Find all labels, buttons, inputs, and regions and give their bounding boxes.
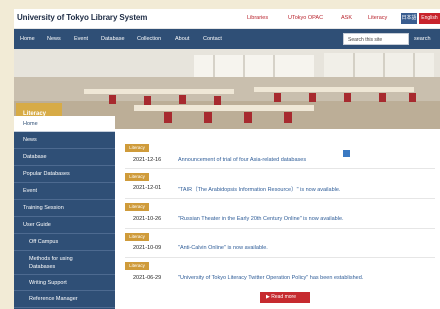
news-date: 2021-10-26 (133, 216, 162, 222)
news-title-link[interactable]: Announcement of trial of four Asia-relat… (178, 157, 306, 163)
news-title-link[interactable]: "TAIR（The Arabidopsis Information Resour… (178, 185, 340, 193)
nav-database[interactable]: Database (101, 36, 125, 42)
news-title-link[interactable]: "Anti-Calvin Online" is now available. (178, 245, 268, 251)
sidebar-item-user-guide[interactable]: User Guide (14, 217, 115, 234)
sidebar-item-methods-label-2: Databases (29, 264, 56, 270)
sidebar-item-methods-label-1: Methods for using (29, 256, 73, 262)
nav-news[interactable]: News (47, 36, 61, 42)
language-english-button[interactable]: English (419, 13, 440, 24)
language-japanese-button[interactable]: 日本語 (401, 13, 417, 24)
page: University of Tokyo Library System Libra… (14, 9, 440, 309)
link-literacy[interactable]: Literacy (368, 15, 387, 21)
link-utokyo-opac[interactable]: UTokyo OPAC (288, 15, 323, 21)
category-badge: Literacy (125, 144, 149, 152)
nav-home[interactable]: Home (20, 36, 35, 42)
nav-about[interactable]: About (175, 36, 189, 42)
sidebar-item-popular-databases[interactable]: Popular Databases (14, 166, 115, 183)
sidebar-item-database[interactable]: Database (14, 149, 115, 166)
rss-icon[interactable] (343, 150, 350, 157)
link-ask[interactable]: ASK (341, 15, 352, 21)
sidebar-item-training-session[interactable]: Training Session (14, 200, 115, 217)
divider (125, 198, 435, 199)
news-title-link[interactable]: "Russian Theater in the Early 20th Centu… (178, 216, 344, 222)
read-more-button[interactable]: ▶ Read more (260, 292, 310, 303)
search-button[interactable]: search (414, 36, 431, 42)
nav-collection[interactable]: Collection (137, 36, 161, 42)
sidebar-item-home[interactable]: Home (14, 116, 115, 132)
category-badge: Literacy (125, 203, 149, 211)
divider (125, 257, 435, 258)
news-date: 2021-10-09 (133, 245, 162, 251)
divider (125, 228, 435, 229)
sidebar-item-writing-support[interactable]: Writing Support (14, 274, 115, 291)
site-title[interactable]: University of Tokyo Library System (17, 13, 147, 22)
sidebar-item-event[interactable]: Event (14, 183, 115, 200)
category-badge: Literacy (125, 233, 149, 241)
search-input[interactable]: Search this site (343, 33, 409, 45)
sidebar: Home News Database Popular Databases Eve… (14, 116, 115, 309)
news-title-link[interactable]: "University of Tokyo Literacy Twitter Op… (178, 275, 363, 281)
divider (125, 168, 435, 169)
sidebar-item-news[interactable]: News (14, 132, 115, 149)
news-date: 2021-06-29 (133, 275, 162, 281)
link-libraries[interactable]: Libraries (247, 15, 268, 21)
sidebar-item-methods-for-using[interactable]: Methods for using Databases (14, 251, 115, 274)
news-list: Literacy 2021-12-16 Announcement of tria… (115, 129, 440, 309)
sidebar-item-off-campus[interactable]: Off Campus (14, 234, 115, 251)
nav-contact[interactable]: Contact (203, 36, 222, 42)
nav-event[interactable]: Event (74, 36, 88, 42)
news-date: 2021-12-01 (133, 185, 162, 191)
news-date: 2021-12-16 (133, 157, 162, 163)
sidebar-item-reference-manager[interactable]: Reference Manager (14, 291, 115, 308)
category-badge: Literacy (125, 262, 149, 270)
category-badge: Literacy (125, 173, 149, 181)
top-bar: University of Tokyo Library System Libra… (14, 9, 440, 29)
read-more-label: Read more (271, 294, 296, 300)
